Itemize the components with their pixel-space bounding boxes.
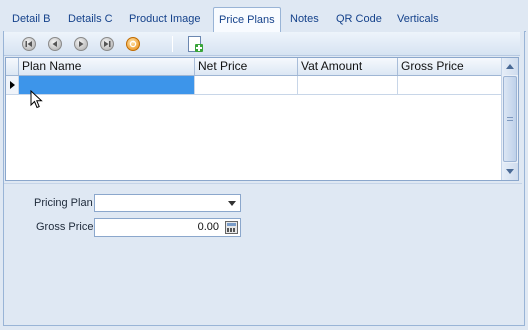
tab-product-image[interactable]: Product Image bbox=[123, 9, 201, 31]
price-plans-window: Detail B Details C Product Image Price P… bbox=[0, 0, 528, 330]
calculator-icon[interactable] bbox=[225, 221, 238, 234]
last-record-button[interactable] bbox=[98, 35, 116, 53]
column-header-gross-price[interactable]: Gross Price bbox=[398, 58, 501, 75]
cell-plan-name[interactable] bbox=[19, 76, 195, 94]
tab-notes[interactable]: Notes bbox=[284, 9, 319, 31]
current-row-indicator-icon bbox=[6, 76, 19, 94]
gross-price-field[interactable]: 0.00 bbox=[94, 218, 241, 237]
scroll-up-icon[interactable] bbox=[502, 58, 518, 75]
scroll-thumb[interactable] bbox=[503, 76, 517, 162]
grid-header: Plan Name Net Price Vat Amount Gross Pri… bbox=[6, 58, 501, 76]
column-header-net-price[interactable]: Net Price bbox=[195, 58, 298, 75]
mouse-cursor-icon bbox=[30, 90, 43, 109]
first-record-icon bbox=[22, 37, 36, 51]
pricing-plan-label: Pricing Plan bbox=[34, 197, 93, 209]
vertical-scrollbar[interactable] bbox=[501, 58, 518, 180]
tab-price-plans[interactable]: Price Plans bbox=[213, 7, 281, 32]
refresh-button[interactable] bbox=[124, 35, 142, 53]
pricing-plan-dropdown[interactable] bbox=[94, 194, 241, 212]
navigation-toolbar bbox=[4, 32, 520, 56]
toolbar-separator bbox=[172, 36, 173, 52]
column-header-vat-amount[interactable]: Vat Amount bbox=[298, 58, 398, 75]
cell-vat-amount[interactable] bbox=[298, 76, 398, 94]
last-record-icon bbox=[100, 37, 114, 51]
previous-record-icon bbox=[48, 37, 62, 51]
first-record-button[interactable] bbox=[20, 35, 38, 53]
cell-gross-price[interactable] bbox=[398, 76, 501, 94]
scroll-down-icon[interactable] bbox=[502, 163, 518, 180]
row-indicator-header bbox=[6, 58, 19, 75]
gross-price-value: 0.00 bbox=[197, 221, 219, 233]
chevron-down-icon[interactable] bbox=[224, 195, 240, 211]
table-row[interactable] bbox=[6, 76, 501, 95]
tab-details-c[interactable]: Details C bbox=[62, 9, 113, 31]
new-record-button[interactable] bbox=[186, 35, 204, 53]
grip-icon bbox=[507, 117, 513, 121]
next-record-icon bbox=[74, 37, 88, 51]
tab-detail-b[interactable]: Detail B bbox=[6, 9, 51, 31]
tab-qr-code[interactable]: QR Code bbox=[330, 9, 382, 31]
column-header-plan-name[interactable]: Plan Name bbox=[19, 58, 195, 75]
tab-strip: Detail B Details C Product Image Price P… bbox=[0, 0, 528, 32]
price-plans-grid: Plan Name Net Price Vat Amount Gross Pri… bbox=[5, 57, 519, 181]
cell-net-price[interactable] bbox=[195, 76, 298, 94]
gross-price-label: Gross Price bbox=[36, 221, 94, 233]
tab-verticals[interactable]: Verticals bbox=[391, 9, 439, 31]
previous-record-button[interactable] bbox=[46, 35, 64, 53]
plus-icon bbox=[195, 44, 203, 52]
refresh-icon bbox=[126, 37, 140, 51]
next-record-button[interactable] bbox=[72, 35, 90, 53]
